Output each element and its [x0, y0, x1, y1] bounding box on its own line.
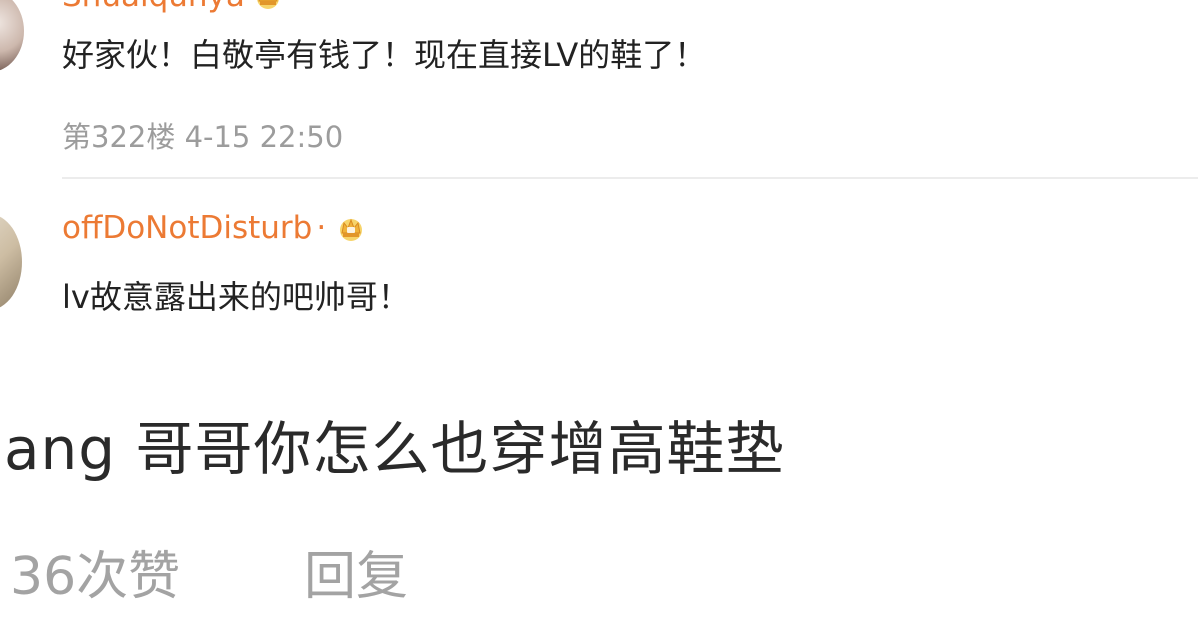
comment-floor-time: 第322楼 4-15 22:50: [62, 120, 344, 154]
reply-button[interactable]: 回复: [304, 534, 408, 609]
avatar[interactable]: [0, 214, 22, 310]
comment-thread: Shuaiqunya 好家伙！白敬亭有钱了！现在直接LV的鞋了！ 第322楼 4…: [0, 0, 1198, 362]
comment-text: lv故意露出来的吧帅哥！: [62, 278, 410, 316]
crown-icon: [257, 0, 279, 9]
comment-username[interactable]: offDoNotDisturb ·: [62, 210, 366, 246]
reply-text: ang 哥哥你怎么也穿增高鞋垫: [4, 415, 785, 483]
like-count[interactable]: 36次赞: [10, 534, 180, 609]
divider: [62, 177, 1198, 179]
separator-dot: ·: [316, 210, 327, 246]
comment-username[interactable]: Shuaiqunya: [62, 0, 283, 14]
username-text[interactable]: Shuaiqunya: [62, 0, 245, 14]
username-text[interactable]: offDoNotDisturb: [62, 210, 312, 246]
comment-floor-time: 第323楼 4-15 23:07: [62, 354, 343, 362]
avatar[interactable]: [0, 0, 24, 72]
reply-panel: ang 哥哥你怎么也穿增高鞋垫 36次赞 回复: [0, 362, 1198, 634]
comment-text: 好家伙！白敬亭有钱了！现在直接LV的鞋了！: [62, 36, 707, 74]
crown-icon: [340, 218, 363, 241]
